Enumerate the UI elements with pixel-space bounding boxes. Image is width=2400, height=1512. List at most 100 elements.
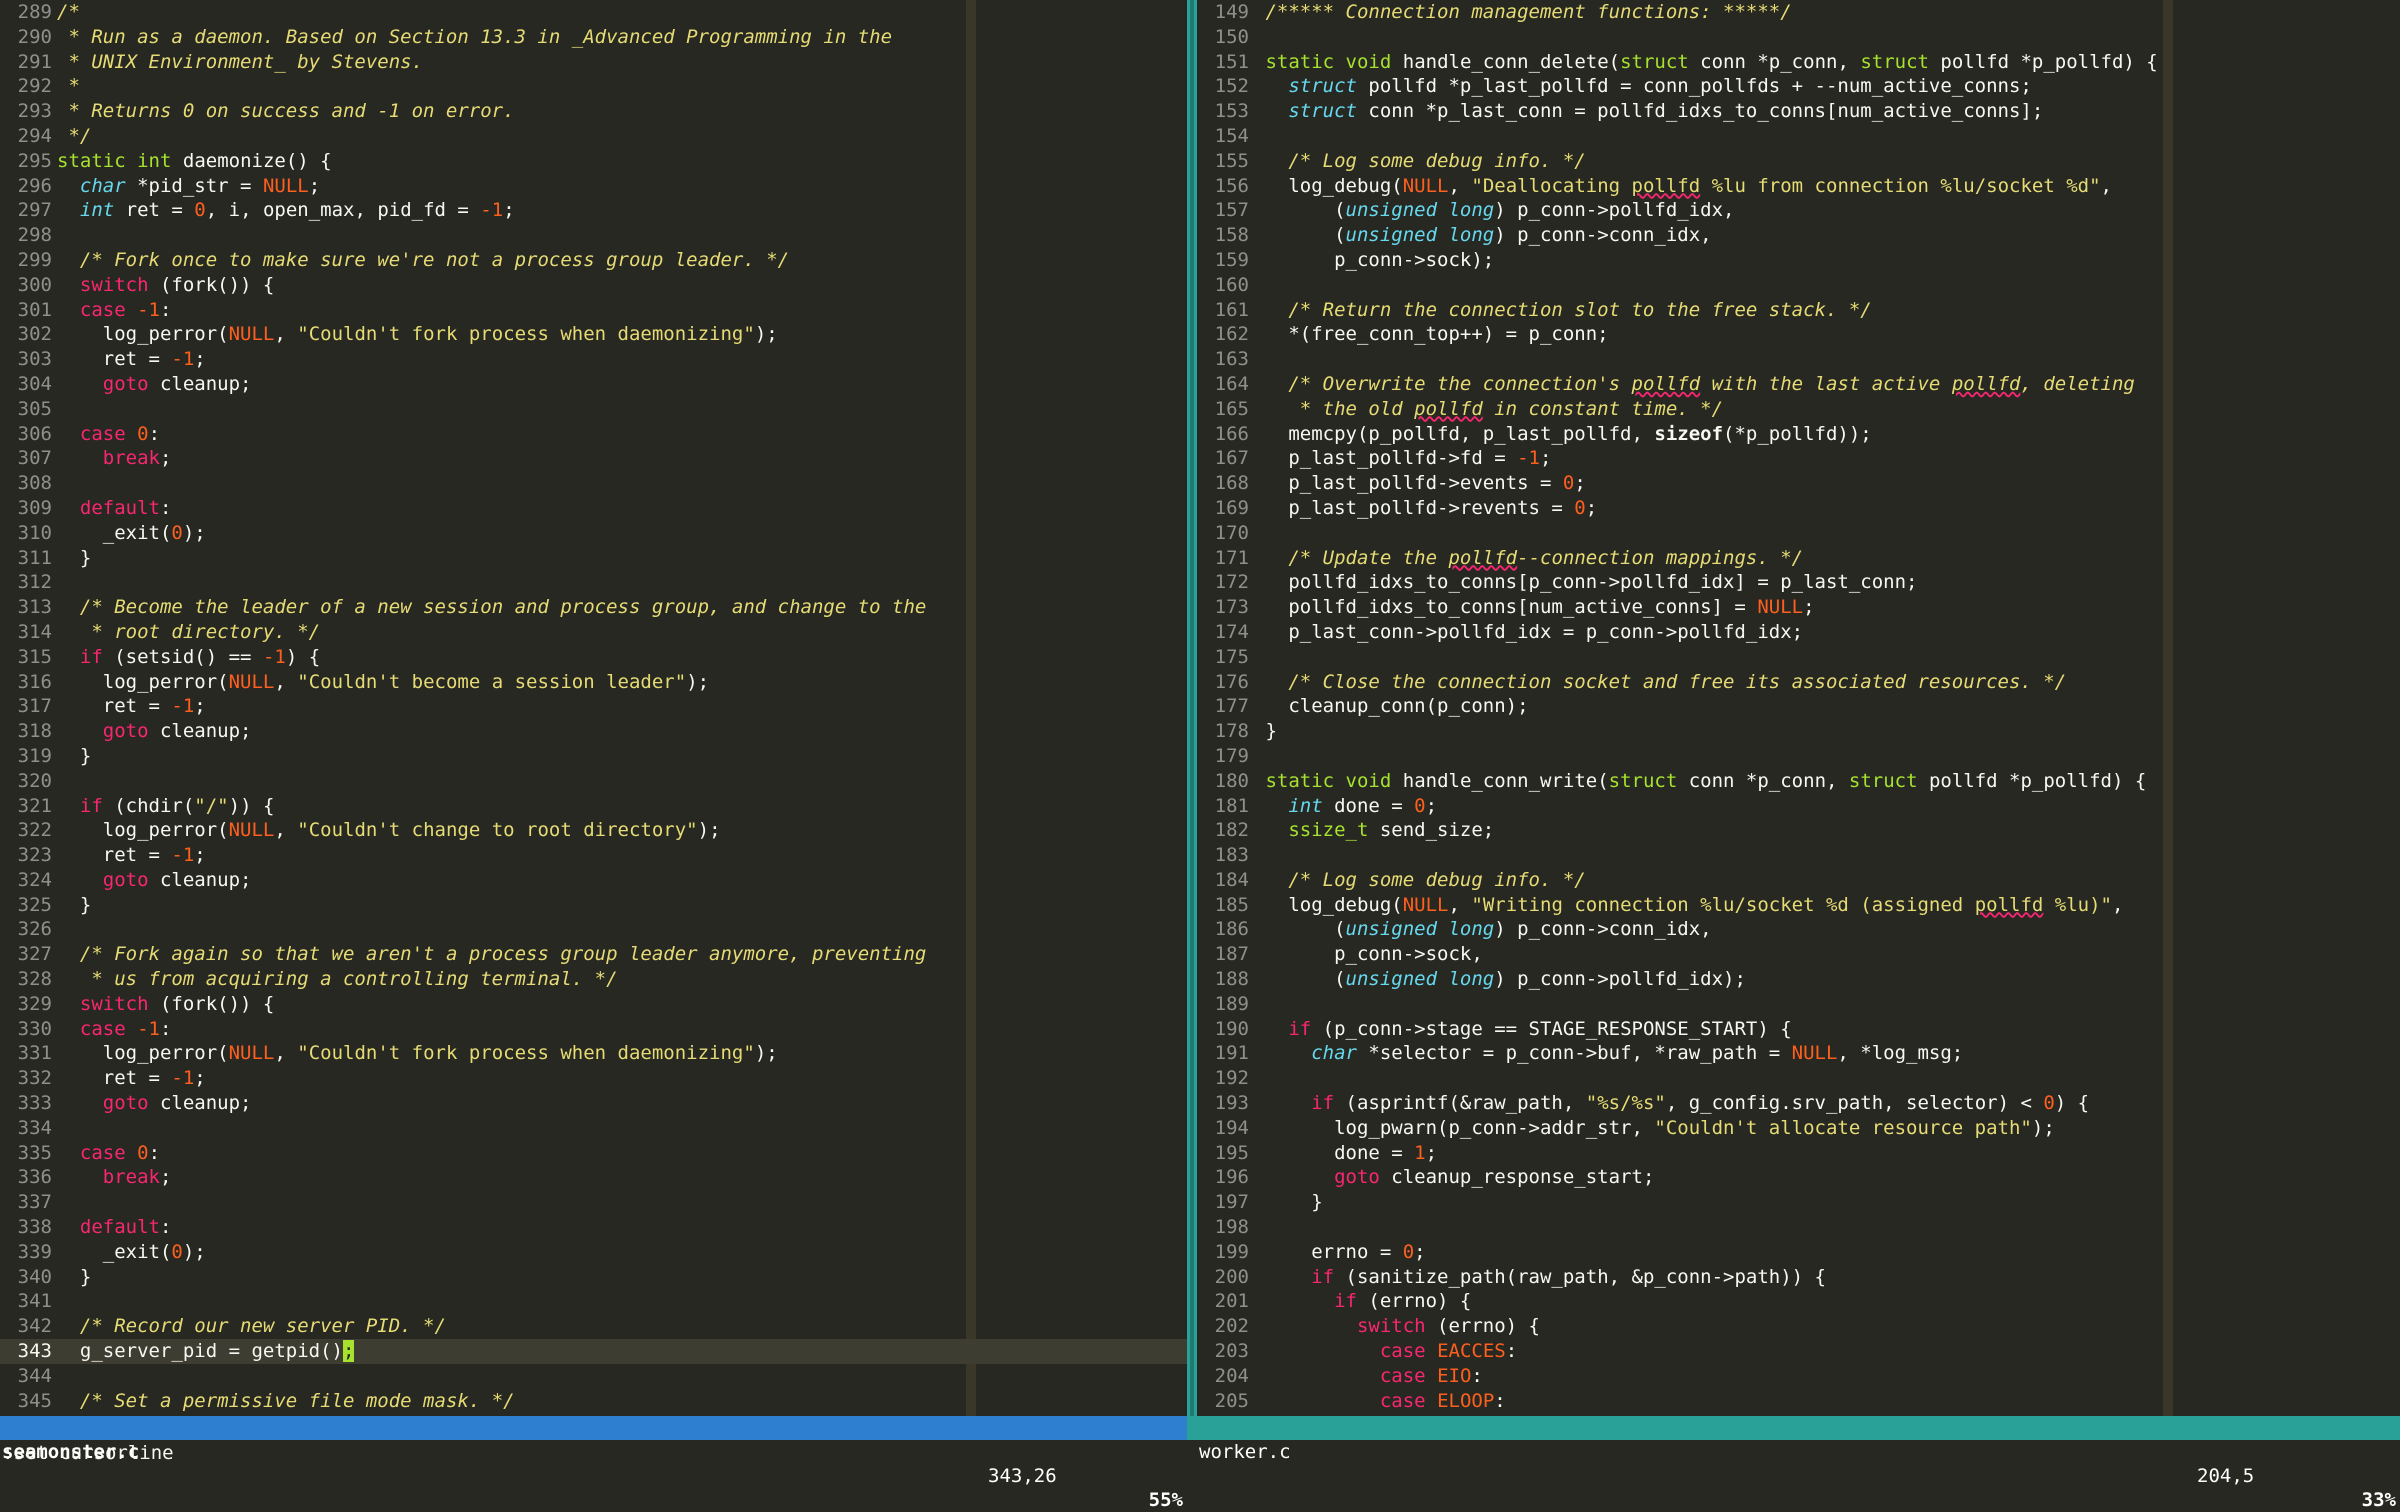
code-line[interactable]: 194 log_pwarn(p_conn->addr_str, "Couldn'… bbox=[1197, 1116, 2400, 1141]
code-line[interactable]: 322 log_perror(NULL, "Couldn't change to… bbox=[0, 818, 1187, 843]
code-line[interactable]: 344 bbox=[0, 1364, 1187, 1389]
code-line[interactable]: 332 ret = -1; bbox=[0, 1066, 1187, 1091]
code-line[interactable]: 196 goto cleanup_response_start; bbox=[1197, 1165, 2400, 1190]
code-line[interactable]: 151 static void handle_conn_delete(struc… bbox=[1197, 50, 2400, 75]
code-line[interactable]: 335 case 0: bbox=[0, 1141, 1187, 1166]
code-line[interactable]: 315 if (setsid() == -1) { bbox=[0, 645, 1187, 670]
code-line[interactable]: 328 * us from acquiring a controlling te… bbox=[0, 967, 1187, 992]
command-line[interactable]: :set cursorline bbox=[0, 1440, 2400, 1466]
code-line[interactable]: 327 /* Fork again so that we aren't a pr… bbox=[0, 942, 1187, 967]
code-line[interactable]: 342 /* Record our new server PID. */ bbox=[0, 1314, 1187, 1339]
code-line[interactable]: 176 /* Close the connection socket and f… bbox=[1197, 670, 2400, 695]
code-line[interactable]: 311 } bbox=[0, 546, 1187, 571]
code-line[interactable]: 159 p_conn->sock); bbox=[1197, 248, 2400, 273]
code-line[interactable]: 203 case EACCES: bbox=[1197, 1339, 2400, 1364]
code-line[interactable]: 310 _exit(0); bbox=[0, 521, 1187, 546]
code-line[interactable]: 316 log_perror(NULL, "Couldn't become a … bbox=[0, 670, 1187, 695]
code-line[interactable]: 334 bbox=[0, 1116, 1187, 1141]
code-line[interactable]: 308 bbox=[0, 471, 1187, 496]
code-line[interactable]: 162 *(free_conn_top++) = p_conn; bbox=[1197, 322, 2400, 347]
code-line[interactable]: 200 if (sanitize_path(raw_path, &p_conn-… bbox=[1197, 1265, 2400, 1290]
code-line[interactable]: 198 bbox=[1197, 1215, 2400, 1240]
code-line[interactable]: 304 goto cleanup; bbox=[0, 372, 1187, 397]
code-line[interactable]: 331 log_perror(NULL, "Couldn't fork proc… bbox=[0, 1041, 1187, 1066]
code-line[interactable]: 182 ssize_t send_size; bbox=[1197, 818, 2400, 843]
code-line[interactable]: 177 cleanup_conn(p_conn); bbox=[1197, 694, 2400, 719]
code-line[interactable]: 205 case ELOOP: bbox=[1197, 1389, 2400, 1414]
code-line[interactable]: 341 bbox=[0, 1289, 1187, 1314]
code-line[interactable]: 313 /* Become the leader of a new sessio… bbox=[0, 595, 1187, 620]
code-line[interactable]: 305 bbox=[0, 397, 1187, 422]
code-line[interactable]: 326 bbox=[0, 917, 1187, 942]
code-line[interactable]: 299 /* Fork once to make sure we're not … bbox=[0, 248, 1187, 273]
code-line[interactable]: 289/* bbox=[0, 0, 1187, 25]
code-line[interactable]: 201 if (errno) { bbox=[1197, 1289, 2400, 1314]
code-line[interactable]: 297 int ret = 0, i, open_max, pid_fd = -… bbox=[0, 198, 1187, 223]
code-line[interactable]: 163 bbox=[1197, 347, 2400, 372]
code-line[interactable]: 336 break; bbox=[0, 1165, 1187, 1190]
code-line[interactable]: 181 int done = 0; bbox=[1197, 794, 2400, 819]
code-line[interactable]: 165 * the old pollfd in constant time. *… bbox=[1197, 397, 2400, 422]
code-line[interactable]: 183 bbox=[1197, 843, 2400, 868]
code-line[interactable]: 152 struct pollfd *p_last_pollfd = conn_… bbox=[1197, 74, 2400, 99]
code-line[interactable]: 191 char *selector = p_conn->buf, *raw_p… bbox=[1197, 1041, 2400, 1066]
code-line[interactable]: 187 p_conn->sock, bbox=[1197, 942, 2400, 967]
code-line[interactable]: 320 bbox=[0, 769, 1187, 794]
code-line[interactable]: 167 p_last_pollfd->fd = -1; bbox=[1197, 446, 2400, 471]
code-line[interactable]: 178 } bbox=[1197, 719, 2400, 744]
code-line[interactable]: 329 switch (fork()) { bbox=[0, 992, 1187, 1017]
code-line[interactable]: 189 bbox=[1197, 992, 2400, 1017]
code-line[interactable]: 293 * Returns 0 on success and -1 on err… bbox=[0, 99, 1187, 124]
code-line[interactable]: 307 break; bbox=[0, 446, 1187, 471]
code-line[interactable]: 345 /* Set a permissive file mode mask. … bbox=[0, 1389, 1187, 1414]
code-line[interactable]: 170 bbox=[1197, 521, 2400, 546]
code-line[interactable]: 149 /***** Connection management functio… bbox=[1197, 0, 2400, 25]
code-line[interactable]: 160 bbox=[1197, 273, 2400, 298]
left-editor-pane[interactable]: 289/* 290 * Run as a daemon. Based on Se… bbox=[0, 0, 1187, 1416]
code-line[interactable]: 180 static void handle_conn_write(struct… bbox=[1197, 769, 2400, 794]
code-line[interactable]: 193 if (asprintf(&raw_path, "%s/%s", g_c… bbox=[1197, 1091, 2400, 1116]
code-line[interactable]: 319 } bbox=[0, 744, 1187, 769]
code-line[interactable]: 314 * root directory. */ bbox=[0, 620, 1187, 645]
current-line[interactable]: 343 g_server_pid = getpid(); bbox=[0, 1339, 1187, 1364]
code-line[interactable]: 179 bbox=[1197, 744, 2400, 769]
code-line[interactable]: 192 bbox=[1197, 1066, 2400, 1091]
code-line[interactable]: 202 switch (errno) { bbox=[1197, 1314, 2400, 1339]
code-line[interactable]: 301 case -1: bbox=[0, 298, 1187, 323]
code-line[interactable]: 291 * UNIX Environment_ by Stevens. bbox=[0, 50, 1187, 75]
code-line[interactable]: 302 log_perror(NULL, "Couldn't fork proc… bbox=[0, 322, 1187, 347]
code-line[interactable]: 173 pollfd_idxs_to_conns[num_active_conn… bbox=[1197, 595, 2400, 620]
code-line[interactable]: 155 /* Log some debug info. */ bbox=[1197, 149, 2400, 174]
code-line[interactable]: 312 bbox=[0, 570, 1187, 595]
code-line[interactable]: 161 /* Return the connection slot to the… bbox=[1197, 298, 2400, 323]
code-line[interactable]: 157 (unsigned long) p_conn->pollfd_idx, bbox=[1197, 198, 2400, 223]
code-line[interactable]: 186 (unsigned long) p_conn->conn_idx, bbox=[1197, 917, 2400, 942]
code-line[interactable]: 295 static int daemonize() { bbox=[0, 149, 1187, 174]
code-line[interactable]: 323 ret = -1; bbox=[0, 843, 1187, 868]
code-line[interactable]: 156 log_debug(NULL, "Deallocating pollfd… bbox=[1197, 174, 2400, 199]
code-line[interactable]: 199 errno = 0; bbox=[1197, 1240, 2400, 1265]
code-line[interactable]: 296 char *pid_str = NULL; bbox=[0, 174, 1187, 199]
code-line[interactable]: 188 (unsigned long) p_conn->pollfd_idx); bbox=[1197, 967, 2400, 992]
code-line[interactable]: 294 */ bbox=[0, 124, 1187, 149]
code-line[interactable]: 306 case 0: bbox=[0, 422, 1187, 447]
code-line[interactable]: 171 /* Update the pollfd--connection map… bbox=[1197, 546, 2400, 571]
code-line[interactable]: 174 p_last_conn->pollfd_idx = p_conn->po… bbox=[1197, 620, 2400, 645]
code-line[interactable]: 330 case -1: bbox=[0, 1017, 1187, 1042]
code-line[interactable]: 324 goto cleanup; bbox=[0, 868, 1187, 893]
code-line[interactable]: 168 p_last_pollfd->events = 0; bbox=[1197, 471, 2400, 496]
code-line[interactable]: 166 memcpy(p_pollfd, p_last_pollfd, size… bbox=[1197, 422, 2400, 447]
code-line[interactable]: 317 ret = -1; bbox=[0, 694, 1187, 719]
code-line[interactable]: 172 pollfd_idxs_to_conns[p_conn->pollfd_… bbox=[1197, 570, 2400, 595]
code-line[interactable]: 175 bbox=[1197, 645, 2400, 670]
code-line[interactable]: 169 p_last_pollfd->revents = 0; bbox=[1197, 496, 2400, 521]
code-line[interactable]: 204 case EIO: bbox=[1197, 1364, 2400, 1389]
code-line[interactable]: 318 goto cleanup; bbox=[0, 719, 1187, 744]
code-line[interactable]: 309 default: bbox=[0, 496, 1187, 521]
code-line[interactable]: 321 if (chdir("/")) { bbox=[0, 794, 1187, 819]
code-line[interactable]: 298 bbox=[0, 223, 1187, 248]
code-line[interactable]: 340 } bbox=[0, 1265, 1187, 1290]
code-line[interactable]: 339 _exit(0); bbox=[0, 1240, 1187, 1265]
code-line[interactable]: 185 log_debug(NULL, "Writing connection … bbox=[1197, 893, 2400, 918]
code-line[interactable]: 153 struct conn *p_last_conn = pollfd_id… bbox=[1197, 99, 2400, 124]
